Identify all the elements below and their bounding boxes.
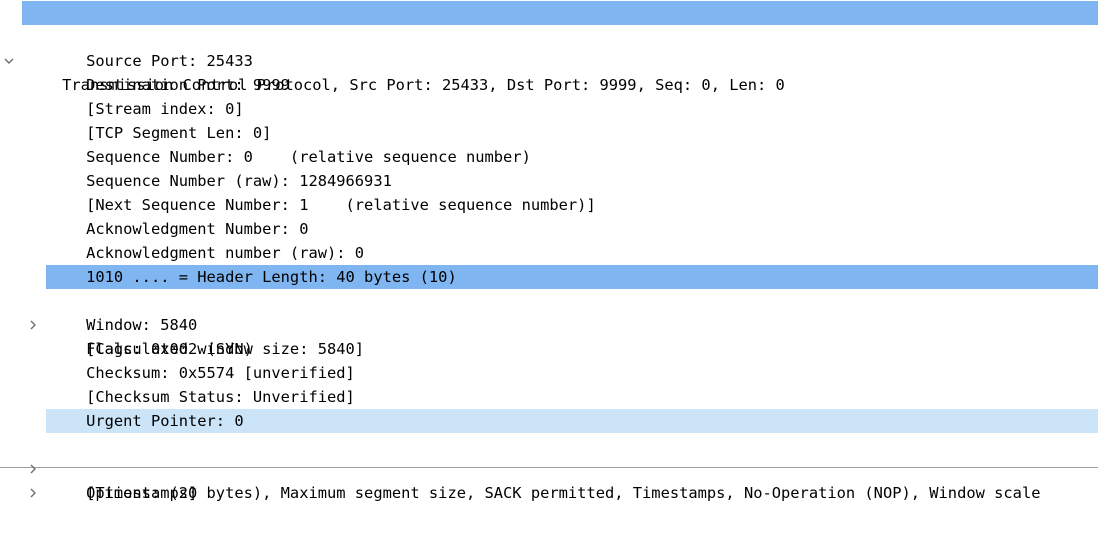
tree-row-label: Destination Port: 9999 xyxy=(86,76,290,94)
tree-row-label: [Calculated window size: 5840] xyxy=(86,340,365,358)
tree-row-label: [Next Sequence Number: 1 (relative seque… xyxy=(86,196,596,214)
tree-row-label: Checksum: 0x5574 [unverified] xyxy=(86,364,355,382)
tree-row-source-port[interactable]: Source Port: 25433 xyxy=(0,25,1098,70)
tree-row-label: 1010 .... = Header Length: 40 bytes (10) xyxy=(86,268,457,286)
row-highlight xyxy=(22,1,1098,25)
chevron-right-icon[interactable] xyxy=(27,265,43,330)
tree-row-window[interactable]: Window: 5840 xyxy=(0,289,1098,334)
tree-row-label: [Checksum Status: Unverified] xyxy=(86,388,355,406)
tree-row-label: Options: (20 bytes), Maximum segment siz… xyxy=(86,484,1041,502)
pane-divider xyxy=(0,467,1098,468)
tree-row-label: Acknowledgment number (raw): 0 xyxy=(86,244,365,262)
tree-row-label: Source Port: 25433 xyxy=(86,52,253,70)
tree-row-label: Window: 5840 xyxy=(86,316,198,334)
packet-details-tree: Transmission Control Protocol, Src Port:… xyxy=(0,1,1098,502)
chevron-right-icon[interactable] xyxy=(27,433,43,498)
tree-row-label: Sequence Number: 0 (relative sequence nu… xyxy=(86,148,531,166)
chevron-right-icon[interactable] xyxy=(27,409,43,474)
tree-row-timestamps[interactable]: [Timestamps] xyxy=(0,433,1098,502)
tree-row-tcp-header[interactable]: Transmission Control Protocol, Src Port:… xyxy=(0,1,1098,94)
tree-row-label: Urgent Pointer: 0 xyxy=(86,412,244,430)
tree-row-label: [Timestamps] xyxy=(86,484,198,502)
tree-row-label: [TCP Segment Len: 0] xyxy=(86,124,272,142)
tree-row-label: [Stream index: 0] xyxy=(86,100,244,118)
chevron-down-icon[interactable] xyxy=(3,1,19,64)
tree-row-label: Sequence Number (raw): 1284966931 xyxy=(86,172,392,190)
tree-row-label: Acknowledgment Number: 0 xyxy=(86,220,309,238)
